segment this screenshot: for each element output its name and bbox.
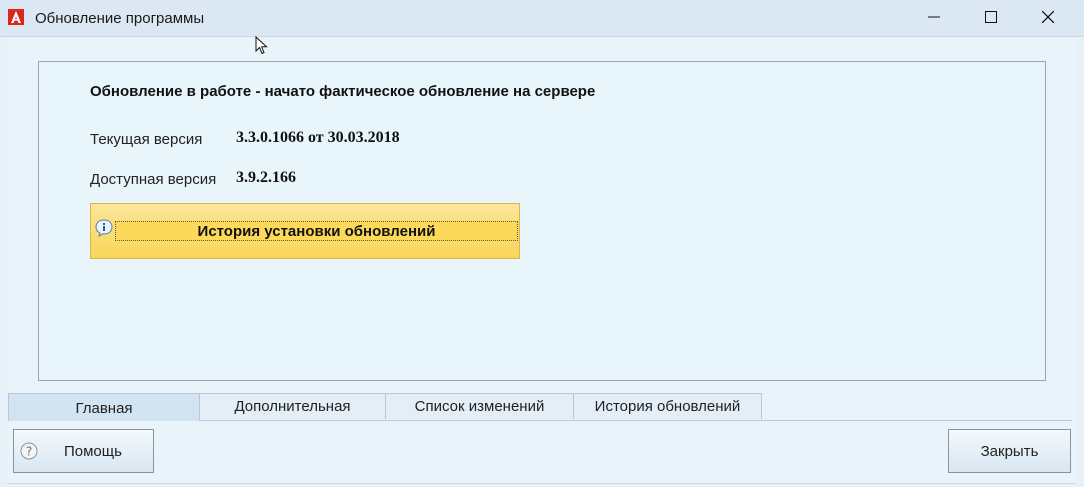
status-text: Обновление в работе - начато фактическое…: [90, 83, 596, 100]
info-icon: [95, 219, 113, 237]
app-logo-icon: [8, 9, 24, 25]
tab-main[interactable]: Главная: [8, 393, 200, 421]
maximize-icon: [985, 11, 997, 23]
close-button[interactable]: Закрыть: [948, 429, 1071, 473]
tab-change-list[interactable]: Список изменений: [385, 393, 574, 419]
title-bar: Обновление программы: [0, 0, 1084, 37]
question-icon: ?: [20, 442, 38, 460]
minimize-button[interactable]: [905, 0, 963, 34]
available-version-value: 3.9.2.166: [236, 169, 296, 186]
close-icon: [1042, 11, 1054, 23]
maximize-button[interactable]: [962, 0, 1020, 34]
help-button[interactable]: ? Помощь: [13, 429, 154, 473]
window-title: Обновление программы: [35, 10, 205, 27]
current-version-value: 3.3.0.1066 от 30.03.2018: [236, 129, 400, 146]
available-version-label: Доступная версия: [90, 171, 217, 188]
svg-text:?: ?: [26, 445, 32, 459]
mouse-cursor-icon: [255, 36, 268, 55]
minimize-icon: [928, 16, 940, 18]
tab-additional[interactable]: Дополнительная: [199, 393, 386, 419]
close-window-button[interactable]: [1019, 0, 1077, 34]
tab-update-history[interactable]: История обновлений: [573, 393, 762, 419]
current-version-label: Текущая версия: [90, 131, 203, 148]
help-button-label: Помощь: [64, 443, 122, 460]
close-button-label: Закрыть: [980, 443, 1039, 460]
install-history-button[interactable]: История установки обновлений: [90, 203, 520, 259]
install-history-label-box: История установки обновлений: [115, 221, 518, 241]
window-bottom-border: [8, 483, 1076, 484]
install-history-label: История установки обновлений: [197, 223, 436, 240]
